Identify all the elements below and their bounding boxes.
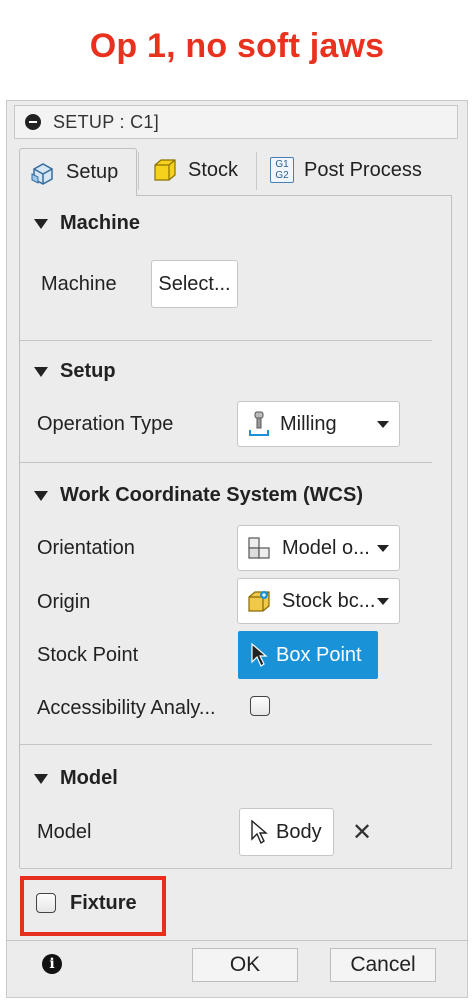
orientation-value: Model o... xyxy=(282,536,370,559)
machine-select-button[interactable]: Select... xyxy=(151,260,238,308)
info-icon[interactable]: i xyxy=(42,954,62,974)
cursor-arrow-icon xyxy=(251,642,268,667)
section-model-header[interactable]: Model xyxy=(34,767,118,790)
accessibility-checkbox[interactable] xyxy=(250,696,270,716)
cancel-button[interactable]: Cancel xyxy=(330,948,436,982)
section-divider xyxy=(20,744,432,745)
section-divider xyxy=(20,340,432,341)
section-machine-title: Machine xyxy=(60,212,141,234)
machine-select-label: Select... xyxy=(158,272,231,295)
section-wcs-header[interactable]: Work Coordinate System (WCS) xyxy=(34,484,363,507)
ok-label: OK xyxy=(229,953,261,976)
chevron-down-icon xyxy=(377,598,389,605)
panel-left-border xyxy=(19,195,20,868)
caption-banner: Op 1, no soft jaws xyxy=(0,0,474,92)
chevron-down-icon xyxy=(377,545,389,552)
orientation-dropdown[interactable]: Model o... xyxy=(237,525,400,571)
tab-separator xyxy=(256,152,257,190)
section-divider xyxy=(20,868,452,869)
origin-value: Stock bc... xyxy=(282,589,376,612)
stock-box-icon xyxy=(154,159,176,181)
setup-cube-icon xyxy=(31,162,53,185)
chevron-down-icon xyxy=(377,421,389,428)
tab-post-process-label: Post Process xyxy=(304,158,422,181)
stock-point-label: Stock Point xyxy=(37,644,139,666)
section-setup-title: Setup xyxy=(60,360,116,382)
ok-button[interactable]: OK xyxy=(192,948,298,982)
stock-point-button[interactable]: Box Point xyxy=(238,631,378,679)
collapse-icon[interactable] xyxy=(25,114,41,130)
section-wcs-title: Work Coordinate System (WCS) xyxy=(60,484,363,506)
orientation-label: Orientation xyxy=(37,537,135,559)
section-setup-header[interactable]: Setup xyxy=(34,360,116,383)
caption-text: Op 1, no soft jaws xyxy=(89,26,385,65)
tab-setup[interactable]: Setup xyxy=(19,148,137,196)
model-body-button[interactable]: Body xyxy=(239,808,334,856)
panel-right-border xyxy=(451,195,452,868)
origin-label: Origin xyxy=(37,591,91,613)
tab-stock-label: Stock xyxy=(188,158,239,181)
dialog-titlebar[interactable]: SETUP : C1] xyxy=(14,105,458,139)
collapse-triangle-icon xyxy=(34,490,48,501)
dialog-title: SETUP : C1] xyxy=(53,111,160,132)
orientation-icon xyxy=(248,537,270,559)
fixture-label: Fixture xyxy=(70,892,137,914)
stock-origin-icon xyxy=(248,591,270,612)
section-machine-header[interactable]: Machine xyxy=(34,212,140,235)
cancel-label: Cancel xyxy=(350,953,416,976)
operation-type-value: Milling xyxy=(280,412,337,435)
tab-stock[interactable]: Stock xyxy=(142,148,254,192)
clear-model-icon[interactable]: ✕ xyxy=(352,818,372,847)
operation-type-dropdown[interactable]: Milling xyxy=(237,401,400,447)
collapse-triangle-icon xyxy=(34,366,48,377)
fixture-checkbox[interactable] xyxy=(36,893,56,913)
tab-baseline xyxy=(137,195,452,196)
tab-setup-label: Setup xyxy=(66,161,119,183)
stock-point-value: Box Point xyxy=(276,643,362,666)
machine-label: Machine xyxy=(41,273,117,295)
tab-post-process[interactable]: G1 G2 Post Process xyxy=(260,148,446,192)
operation-type-label: Operation Type xyxy=(37,413,174,435)
origin-dropdown[interactable]: Stock bc... xyxy=(237,578,400,624)
section-model-title: Model xyxy=(60,767,118,789)
model-body-value: Body xyxy=(276,820,322,843)
milling-tool-icon xyxy=(249,411,269,436)
accessibility-label: Accessibility Analy... xyxy=(37,697,216,719)
cursor-arrow-icon xyxy=(251,819,268,845)
footer-divider xyxy=(6,940,468,941)
section-divider xyxy=(20,462,432,463)
tab-separator xyxy=(138,152,139,190)
collapse-triangle-icon xyxy=(34,218,48,229)
model-label: Model xyxy=(37,821,92,843)
gcode-icon: G1 G2 xyxy=(270,157,294,183)
collapse-triangle-icon xyxy=(34,773,48,784)
